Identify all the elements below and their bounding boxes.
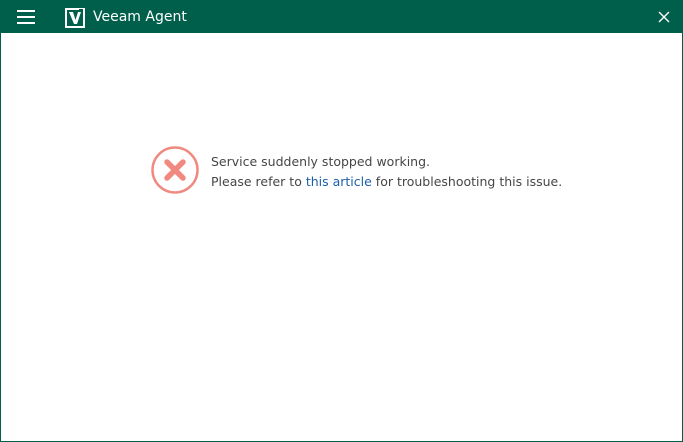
error-message-prefix: Please refer to — [211, 174, 306, 189]
error-x-icon — [151, 146, 199, 194]
error-message-line1: Service suddenly stopped working. — [211, 154, 431, 169]
error-message: Service suddenly stopped working. Please… — [211, 152, 562, 192]
error-message-suffix: for troubleshooting this issue. — [371, 174, 563, 189]
app-window: Veeam Agent Service suddenly stopped wor… — [0, 0, 683, 442]
veeam-logo-icon — [65, 8, 85, 28]
title-bar: Veeam Agent — [1, 1, 682, 33]
main-content: Service suddenly stopped working. Please… — [1, 33, 682, 441]
app-title: Veeam Agent — [93, 9, 187, 25]
error-message-line2: Please refer to this article for trouble… — [211, 172, 562, 192]
article-link[interactable]: this article — [306, 174, 372, 189]
hamburger-menu-icon[interactable] — [17, 10, 35, 24]
close-icon[interactable] — [658, 11, 670, 23]
